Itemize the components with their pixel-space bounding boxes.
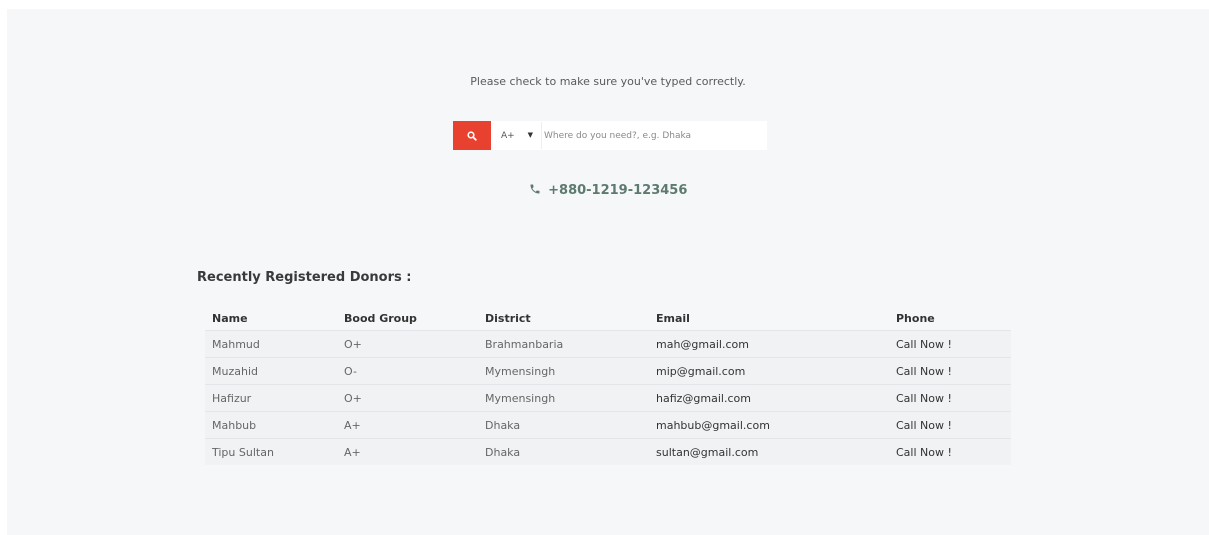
donor-district: Dhaka bbox=[485, 445, 521, 459]
donor-name: Tipu Sultan bbox=[212, 445, 274, 459]
column-header-district: District bbox=[478, 306, 649, 331]
table-row: Mahbub A+ Dhaka mahbub@gmail.com Call No… bbox=[205, 411, 1011, 439]
table-row: Mahmud O+ Brahmanbaria mah@gmail.com Cal… bbox=[205, 330, 1011, 358]
table-row: Hafizur O+ Mymensingh hafiz@gmail.com Ca… bbox=[205, 384, 1011, 412]
search-hint: Please check to make sure you've typed c… bbox=[470, 75, 746, 88]
table-row: Tipu Sultan A+ Dhaka sultan@gmail.com Ca… bbox=[205, 438, 1011, 466]
helpline-phone[interactable]: +880-1219-123456 bbox=[7, 183, 1209, 198]
page-panel: Please check to make sure you've typed c… bbox=[7, 9, 1209, 535]
table-header-row: Name Bood Group District Email Phone bbox=[205, 306, 1011, 331]
helpline-number: +880-1219-123456 bbox=[548, 183, 688, 198]
donors-table: Name Bood Group District Email Phone Mah… bbox=[205, 306, 1011, 465]
search-icon bbox=[467, 130, 477, 141]
call-now-link[interactable]: Call Now ! bbox=[889, 384, 1011, 412]
donor-district: Mymensingh bbox=[478, 357, 649, 385]
donor-name: Muzahid bbox=[205, 357, 337, 385]
donor-email: sultan@gmail.com bbox=[656, 445, 759, 459]
donor-blood-group: A+ bbox=[344, 445, 361, 459]
search-button[interactable] bbox=[453, 121, 491, 150]
donor-email: mahbub@gmail.com bbox=[649, 411, 889, 439]
blood-group-select[interactable]: A+ ▼ bbox=[491, 121, 537, 150]
donor-district: Mymensingh bbox=[478, 384, 649, 412]
column-header-phone: Phone bbox=[889, 306, 1011, 331]
call-now-link[interactable]: Call Now ! bbox=[889, 357, 1011, 385]
donor-search-bar: A+ ▼ bbox=[453, 121, 767, 150]
donor-blood-group: O+ bbox=[337, 330, 478, 358]
donor-district: Brahmanbaria bbox=[478, 330, 649, 358]
donor-name: Hafizur bbox=[205, 384, 337, 412]
donor-name: Mahbub bbox=[205, 411, 337, 439]
table-row: Muzahid O- Mymensingh mip@gmail.com Call… bbox=[205, 357, 1011, 385]
donor-name: Mahmud bbox=[205, 330, 337, 358]
donor-email: hafiz@gmail.com bbox=[649, 384, 889, 412]
call-now-link[interactable]: Call Now ! bbox=[889, 411, 1011, 439]
donor-blood-group: A+ bbox=[337, 411, 478, 439]
column-header-email: Email bbox=[649, 306, 889, 331]
call-now-link[interactable]: Call Now ! bbox=[889, 439, 1011, 466]
column-header-name: Name bbox=[205, 306, 337, 331]
blood-group-value: A+ bbox=[501, 130, 515, 141]
column-header-blood-group: Bood Group bbox=[337, 306, 478, 331]
phone-icon bbox=[530, 184, 540, 194]
donor-district: Dhaka bbox=[478, 411, 649, 439]
donors-title: Recently Registered Donors : bbox=[197, 270, 412, 285]
donor-blood-group: O- bbox=[337, 357, 478, 385]
caret-down-icon: ▼ bbox=[527, 131, 533, 139]
donor-blood-group: O+ bbox=[337, 384, 478, 412]
call-now-link[interactable]: Call Now ! bbox=[889, 330, 1011, 358]
donor-email: mip@gmail.com bbox=[649, 357, 889, 385]
donor-email: mah@gmail.com bbox=[649, 330, 889, 358]
location-input[interactable] bbox=[541, 122, 767, 149]
